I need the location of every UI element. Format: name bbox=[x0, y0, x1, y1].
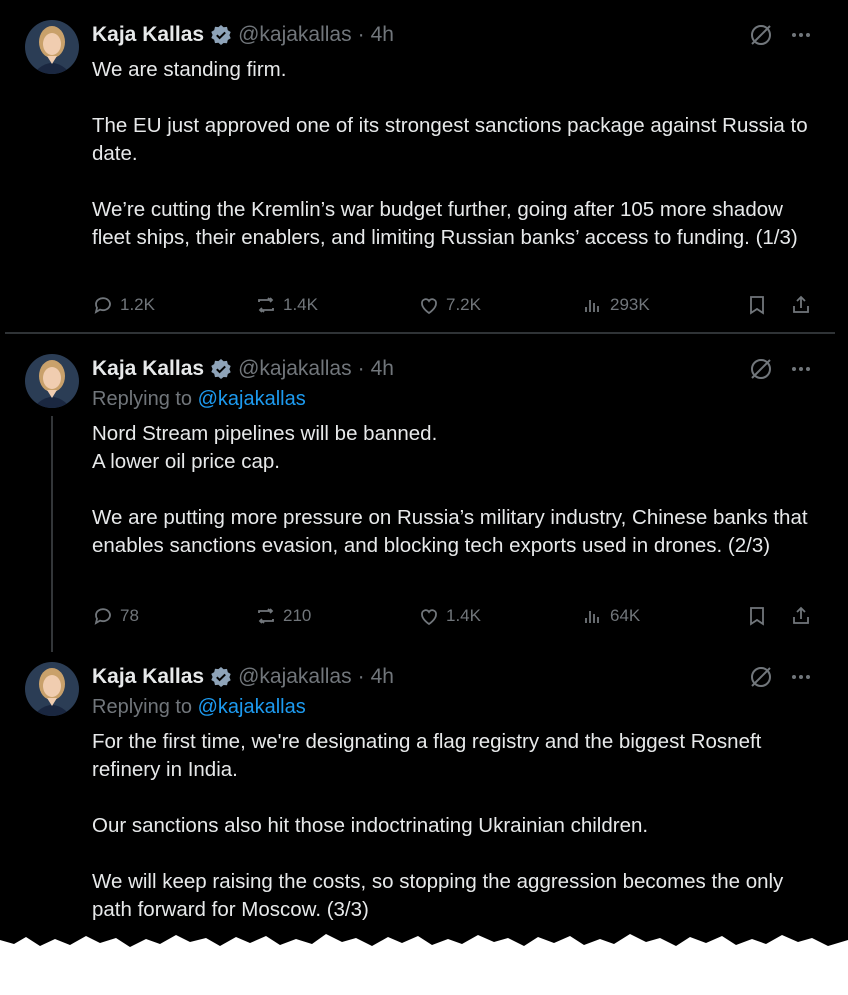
more-icon[interactable] bbox=[786, 354, 816, 384]
reply-button[interactable]: 78 bbox=[92, 601, 139, 631]
action-bar: 78 210 1.4K 64K bbox=[92, 601, 822, 631]
repost-icon bbox=[258, 608, 274, 624]
tweet-text: We are standing firm. The EU just approv… bbox=[92, 56, 827, 252]
tweet-paragraph: Nord Stream pipelines will be banned. A … bbox=[92, 422, 438, 473]
repost-count: 210 bbox=[283, 606, 312, 625]
author-name[interactable]: Kaja Kallas bbox=[92, 23, 204, 47]
heart-icon bbox=[421, 298, 437, 315]
more-icon[interactable] bbox=[786, 662, 816, 692]
reply-count: 1.2K bbox=[120, 295, 155, 314]
more-icon[interactable] bbox=[786, 20, 816, 50]
verified-badge-icon bbox=[210, 358, 232, 380]
screenshot-frame: Kaja Kallas @kajakallas · 4h We are stan… bbox=[0, 0, 848, 995]
mention-link[interactable]: @kajakallas bbox=[198, 696, 306, 718]
separator: · bbox=[357, 665, 365, 688]
repost-icon bbox=[258, 297, 274, 313]
repost-button[interactable]: 210 bbox=[255, 601, 311, 631]
author-handle[interactable]: @kajakallas bbox=[238, 665, 352, 689]
verified-badge-icon bbox=[210, 24, 232, 46]
repost-button[interactable]: 1.4K bbox=[255, 290, 318, 320]
torn-edge bbox=[0, 934, 848, 995]
share-button[interactable] bbox=[790, 601, 812, 631]
view-count: 64K bbox=[610, 606, 641, 625]
like-count: 1.4K bbox=[446, 606, 481, 625]
tweet-paragraph: For the first time, we're designating a … bbox=[92, 730, 762, 781]
tweet-text: Nord Stream pipelines will be banned. A … bbox=[92, 420, 827, 560]
replying-to: Replying to @kajakallas bbox=[92, 696, 306, 719]
timestamp[interactable]: 4h bbox=[371, 665, 394, 689]
like-button[interactable]: 1.4K bbox=[418, 601, 481, 631]
thread-connector-line bbox=[51, 416, 53, 652]
view-count: 293K bbox=[610, 295, 650, 314]
replying-prefix: Replying to bbox=[92, 388, 193, 410]
tweet-paragraph: We are putting more pressure on Russia’s… bbox=[92, 506, 808, 557]
timestamp[interactable]: 4h bbox=[371, 23, 394, 47]
grok-icon[interactable] bbox=[748, 356, 774, 382]
like-count: 7.2K bbox=[446, 295, 481, 314]
grok-icon[interactable] bbox=[748, 22, 774, 48]
timestamp[interactable]: 4h bbox=[371, 357, 394, 381]
views-icon bbox=[585, 611, 599, 623]
reply-icon bbox=[94, 297, 111, 314]
share-icon bbox=[793, 295, 809, 313]
tweet-text: For the first time, we're designating a … bbox=[92, 728, 827, 924]
tweet-header: Kaja Kallas @kajakallas · 4h bbox=[92, 662, 394, 692]
tweet-paragraph: We will keep raising the costs, so stopp… bbox=[92, 870, 784, 921]
views-button[interactable]: 293K bbox=[582, 290, 650, 320]
bookmark-button[interactable] bbox=[746, 290, 768, 320]
tweet-paragraph: We are standing firm. bbox=[92, 58, 287, 81]
author-handle[interactable]: @kajakallas bbox=[238, 357, 352, 381]
grok-icon[interactable] bbox=[748, 664, 774, 690]
avatar[interactable] bbox=[25, 20, 79, 74]
tweet-header: Kaja Kallas @kajakallas · 4h bbox=[92, 354, 394, 384]
author-handle[interactable]: @kajakallas bbox=[238, 23, 352, 47]
tweet-paragraph: We’re cutting the Kremlin’s war budget f… bbox=[92, 198, 798, 249]
verified-badge-icon bbox=[210, 666, 232, 688]
divider bbox=[5, 332, 835, 334]
bookmark-button[interactable] bbox=[746, 601, 768, 631]
avatar[interactable] bbox=[25, 354, 79, 408]
share-button[interactable] bbox=[790, 290, 812, 320]
share-icon bbox=[793, 606, 809, 624]
replying-prefix: Replying to bbox=[92, 696, 193, 718]
views-icon bbox=[585, 300, 599, 312]
repost-count: 1.4K bbox=[283, 295, 318, 314]
author-name[interactable]: Kaja Kallas bbox=[92, 357, 204, 381]
heart-icon bbox=[421, 609, 437, 626]
bookmark-icon bbox=[750, 607, 764, 626]
replying-to: Replying to @kajakallas bbox=[92, 388, 306, 411]
separator: · bbox=[357, 23, 365, 46]
action-bar: 1.2K 1.4K 7.2K 293K bbox=[92, 290, 822, 320]
separator: · bbox=[357, 357, 365, 380]
tweet-paragraph: The EU just approved one of its stronges… bbox=[92, 114, 808, 165]
reply-button[interactable]: 1.2K bbox=[92, 290, 155, 320]
avatar[interactable] bbox=[25, 662, 79, 716]
reply-icon bbox=[94, 608, 111, 625]
bookmark-icon bbox=[750, 296, 764, 315]
reply-count: 78 bbox=[120, 606, 139, 625]
author-name[interactable]: Kaja Kallas bbox=[92, 665, 204, 689]
tweet-paragraph: Our sanctions also hit those indoctrinat… bbox=[92, 814, 649, 837]
tweet-header: Kaja Kallas @kajakallas · 4h bbox=[92, 20, 394, 50]
views-button[interactable]: 64K bbox=[582, 601, 640, 631]
mention-link[interactable]: @kajakallas bbox=[198, 388, 306, 410]
like-button[interactable]: 7.2K bbox=[418, 290, 481, 320]
